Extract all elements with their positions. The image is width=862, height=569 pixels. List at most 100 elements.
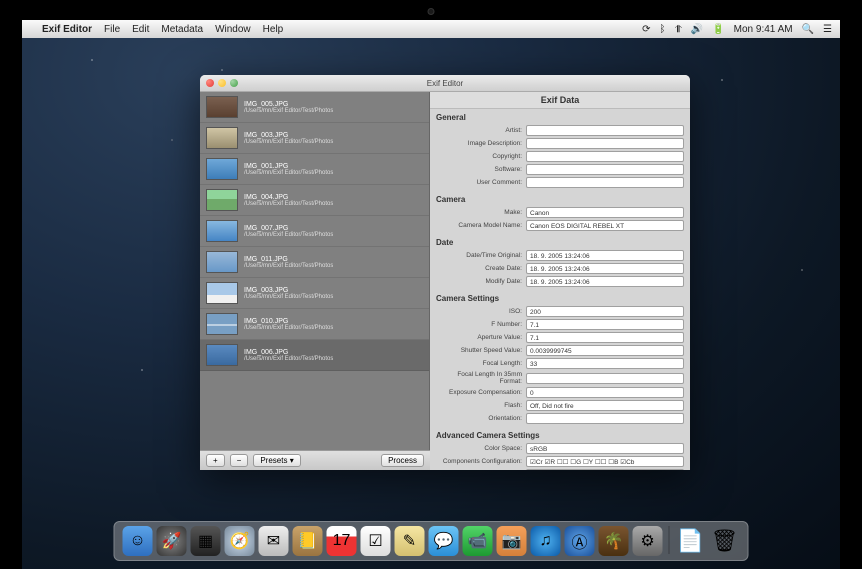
close-button[interactable]: [206, 79, 214, 87]
field-label: Software:: [436, 166, 526, 173]
file-row[interactable]: IMG_001.JPG /Users/mn/Exif Editor/Test/P…: [200, 154, 429, 185]
field-input[interactable]: [526, 373, 684, 384]
field-input[interactable]: sRGB: [526, 443, 684, 454]
dock-itunes-icon[interactable]: ♫: [531, 526, 561, 556]
field-input[interactable]: 0: [526, 387, 684, 398]
file-row[interactable]: IMG_003.JPG /Users/mn/Exif Editor/Test/P…: [200, 278, 429, 309]
file-name: IMG_007.JPG: [244, 225, 333, 232]
process-button[interactable]: Process: [381, 454, 424, 467]
field-input[interactable]: [526, 413, 684, 424]
field-label: Camera Model Name:: [436, 222, 526, 229]
field-label: F Number:: [436, 321, 526, 328]
minimize-button[interactable]: [218, 79, 226, 87]
dock: ☺🚀▦🧭✉📒17☑✎💬📹📷♫Ⓐ🌴⚙ 📄🗑: [114, 521, 749, 561]
section-head: General: [430, 111, 690, 124]
dock-finder-icon[interactable]: ☺: [123, 526, 153, 556]
dock-mail-icon[interactable]: ✉: [259, 526, 289, 556]
app-name-menu[interactable]: Exif Editor: [42, 24, 92, 35]
thumbnail: [206, 189, 238, 211]
field-input[interactable]: 200: [526, 306, 684, 317]
presets-button[interactable]: Presets ▾: [253, 454, 300, 467]
bluetooth-icon[interactable]: ᛒ: [659, 24, 665, 35]
remove-button[interactable]: −: [230, 454, 249, 467]
field-input[interactable]: 18. 9. 2005 13:24:06: [526, 263, 684, 274]
dock-safari-icon[interactable]: 🧭: [225, 526, 255, 556]
field-label: Make:: [436, 209, 526, 216]
dock-contacts-icon[interactable]: 📒: [293, 526, 323, 556]
field-input[interactable]: [526, 151, 684, 162]
menu-help[interactable]: Help: [263, 24, 284, 35]
section-head: Camera Settings: [430, 292, 690, 305]
field-label: Artist:: [436, 127, 526, 134]
menu-window[interactable]: Window: [215, 24, 251, 35]
section-head: Date: [430, 236, 690, 249]
file-row[interactable]: IMG_006.JPG /Users/mn/Exif Editor/Test/P…: [200, 340, 429, 371]
clock[interactable]: Mon 9:41 AM: [734, 24, 793, 35]
menu-edit[interactable]: Edit: [132, 24, 149, 35]
field-label: Focal Length:: [436, 360, 526, 367]
file-row[interactable]: IMG_010.JPG /Users/mn/Exif Editor/Test/P…: [200, 309, 429, 340]
field-input[interactable]: 0.0039999745: [526, 345, 684, 356]
file-row[interactable]: IMG_007.JPG /Users/mn/Exif Editor/Test/P…: [200, 216, 429, 247]
file-name: IMG_003.JPG: [244, 132, 333, 139]
exif-pane[interactable]: Exif Data General Artist: Image Descripti…: [430, 92, 690, 470]
field-input[interactable]: [526, 177, 684, 188]
file-row[interactable]: IMG_004.JPG /Users/mn/Exif Editor/Test/P…: [200, 185, 429, 216]
dock-appstore-icon[interactable]: Ⓐ: [565, 526, 595, 556]
dock-calendar-icon[interactable]: 17: [327, 526, 357, 556]
field-input[interactable]: ☑Cr ☑R ☐☐ ☐G ☐Y ☐☐ ☐B ☑Cb: [526, 456, 684, 467]
app-window: Exif Editor IMG_005.JPG /Users/mn/Exif E…: [200, 75, 690, 470]
field-input[interactable]: Canon EOS DIGITAL REBEL XT: [526, 220, 684, 231]
file-list[interactable]: IMG_005.JPG /Users/mn/Exif Editor/Test/P…: [200, 92, 430, 450]
spotlight-icon[interactable]: 🔍: [802, 24, 814, 35]
field-input[interactable]: Auto: [526, 469, 684, 470]
titlebar[interactable]: Exif Editor: [200, 75, 690, 92]
dock-photobooth-icon[interactable]: 📷: [497, 526, 527, 556]
menu-metadata[interactable]: Metadata: [161, 24, 203, 35]
field-label: Modify Date:: [436, 278, 526, 285]
field-input[interactable]: 18. 9. 2005 13:24:06: [526, 276, 684, 287]
file-name: IMG_011.JPG: [244, 256, 333, 263]
dock-downloads-icon[interactable]: 📄: [676, 526, 706, 556]
file-path: /Users/mn/Exif Editor/Test/Photos: [244, 170, 333, 176]
file-path: /Users/mn/Exif Editor/Test/Photos: [244, 201, 333, 207]
pane-title: Exif Data: [430, 92, 690, 109]
file-path: /Users/mn/Exif Editor/Test/Photos: [244, 294, 333, 300]
field-label: Date/Time Original:: [436, 252, 526, 259]
field-input[interactable]: Off, Did not fire: [526, 400, 684, 411]
dock-messages-icon[interactable]: 💬: [429, 526, 459, 556]
menu-file[interactable]: File: [104, 24, 120, 35]
dock-notes-icon[interactable]: ✎: [395, 526, 425, 556]
field-input[interactable]: 7.1: [526, 332, 684, 343]
file-row[interactable]: IMG_005.JPG /Users/mn/Exif Editor/Test/P…: [200, 92, 429, 123]
file-row[interactable]: IMG_003.JPG /Users/mn/Exif Editor/Test/P…: [200, 123, 429, 154]
field-label: Focal Length In 35mm Format:: [436, 371, 526, 385]
volume-icon[interactable]: 🔊: [691, 24, 703, 35]
file-name: IMG_010.JPG: [244, 318, 333, 325]
notification-icon[interactable]: ☰: [823, 24, 832, 35]
battery-icon[interactable]: 🔋: [712, 24, 724, 35]
field-label: ISO:: [436, 308, 526, 315]
dock-iphoto-icon[interactable]: 🌴: [599, 526, 629, 556]
dock-launchpad-icon[interactable]: 🚀: [157, 526, 187, 556]
dock-preferences-icon[interactable]: ⚙: [633, 526, 663, 556]
field-input[interactable]: [526, 138, 684, 149]
field-input[interactable]: [526, 125, 684, 136]
dock-mission-control-icon[interactable]: ▦: [191, 526, 221, 556]
field-input[interactable]: Canon: [526, 207, 684, 218]
zoom-button[interactable]: [230, 79, 238, 87]
sync-icon[interactable]: ⟳: [642, 24, 650, 35]
field-input[interactable]: 18. 9. 2005 13:24:06: [526, 250, 684, 261]
file-row[interactable]: IMG_011.JPG /Users/mn/Exif Editor/Test/P…: [200, 247, 429, 278]
file-name: IMG_001.JPG: [244, 163, 333, 170]
dock-trash-icon[interactable]: 🗑: [710, 526, 740, 556]
field-label: Image Description:: [436, 140, 526, 147]
field-input[interactable]: 33: [526, 358, 684, 369]
add-button[interactable]: +: [206, 454, 225, 467]
dock-reminders-icon[interactable]: ☑: [361, 526, 391, 556]
dock-facetime-icon[interactable]: 📹: [463, 526, 493, 556]
field-input[interactable]: 7.1: [526, 319, 684, 330]
wifi-icon[interactable]: ⥣: [674, 24, 681, 35]
field-input[interactable]: [526, 164, 684, 175]
file-path: /Users/mn/Exif Editor/Test/Photos: [244, 139, 333, 145]
